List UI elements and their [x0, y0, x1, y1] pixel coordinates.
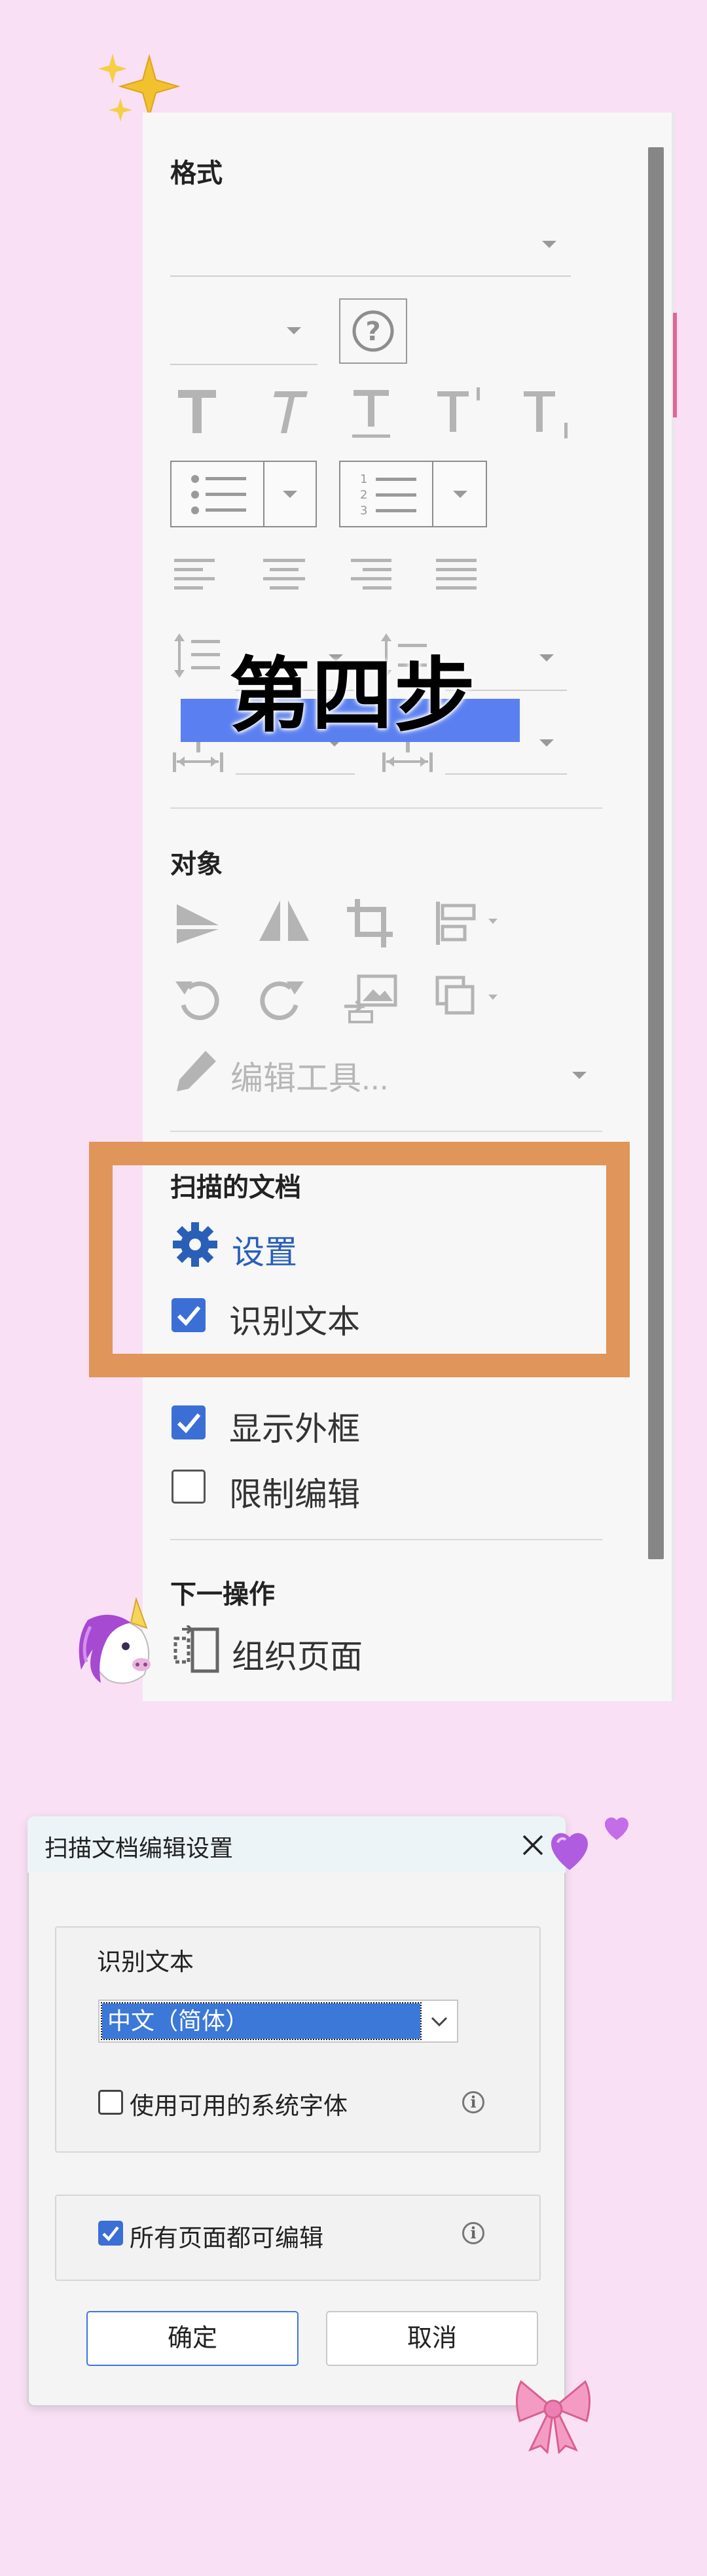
rotate-left-icon[interactable]: [173, 974, 223, 1023]
underline-text-icon[interactable]: [348, 386, 394, 445]
scroll-position-marker: [673, 313, 677, 417]
show-frame-checkbox[interactable]: [172, 1405, 206, 1439]
show-frame-label: 显示外框: [229, 1411, 360, 1447]
restrict-edit-label: 限制编辑: [229, 1476, 360, 1513]
numbered-list-button[interactable]: 1 2 3: [339, 461, 487, 527]
rotate-to-line-icon[interactable]: [174, 900, 224, 946]
close-icon[interactable]: [520, 1832, 546, 1858]
all-pages-editable-checkbox[interactable]: [98, 2221, 123, 2246]
bullet-list-button[interactable]: [170, 461, 317, 527]
ok-button[interactable]: 确定: [86, 2311, 299, 2366]
chevron-down-icon: [539, 739, 554, 747]
edit-tools-label[interactable]: 编辑工具...: [230, 1052, 389, 1099]
recognize-text-group-label: 识别文本: [97, 1949, 194, 1975]
svg-text:1: 1: [360, 472, 367, 486]
language-select[interactable]: 中文（简体）: [98, 2000, 458, 2043]
organize-pages-link[interactable]: 组织页面: [232, 1631, 363, 1678]
next-action-section-title: 下一操作: [170, 1580, 275, 1609]
unicorn-decoration: [79, 1597, 151, 1684]
checkmark-icon: [102, 2226, 119, 2242]
flip-horizontal-icon[interactable]: [257, 898, 312, 945]
align-left-icon[interactable]: [174, 556, 220, 595]
superscript-text-icon[interactable]: [435, 385, 487, 437]
replace-image-icon[interactable]: [342, 972, 401, 1025]
step-label: 第四步: [229, 651, 477, 741]
line-spacing-icon[interactable]: [172, 631, 223, 680]
pencil-icon: [177, 1051, 216, 1091]
highlight-frame: [89, 1142, 630, 1377]
section-divider: [170, 1539, 602, 1540]
help-button[interactable]: ?: [339, 298, 407, 364]
use-system-fonts-checkbox[interactable]: [98, 2090, 123, 2115]
align-center-icon[interactable]: [262, 556, 308, 595]
align-right-icon[interactable]: [348, 556, 394, 595]
svg-text:3: 3: [360, 504, 367, 518]
object-section-title: 对象: [170, 850, 223, 879]
align-objects-icon[interactable]: [433, 899, 505, 947]
chevron-down-icon: [287, 327, 301, 334]
chevron-down-icon: [572, 1072, 587, 1079]
chevron-down-icon: [542, 241, 556, 248]
rotate-right-icon[interactable]: [257, 974, 306, 1023]
purple-hearts-decoration: [551, 1817, 628, 1870]
chevron-down-icon: [539, 654, 554, 662]
subscript-text-icon[interactable]: [521, 386, 573, 445]
chevron-down-icon: [283, 491, 297, 498]
svg-text:?: ?: [365, 317, 380, 347]
all-pages-editable-label: 所有页面都可编辑: [130, 2225, 323, 2251]
organize-pages-icon: [173, 1625, 219, 1673]
align-justify-icon[interactable]: [435, 556, 480, 595]
dialog-title: 扫描文档编辑设置: [45, 1835, 234, 1861]
pane-scrollbar[interactable]: [648, 147, 664, 1559]
bullet-list-icon: [191, 475, 246, 514]
section-divider: [170, 807, 602, 809]
question-circle-icon: ?: [352, 310, 394, 352]
bold-text-icon[interactable]: [174, 386, 220, 438]
italic-text-icon[interactable]: [263, 386, 309, 438]
checkmark-icon: [177, 1413, 201, 1434]
info-icon[interactable]: i: [462, 2091, 484, 2113]
pink-ribbon-decoration: [516, 2380, 590, 2454]
use-system-fonts-label: 使用可用的系统字体: [130, 2092, 348, 2119]
crop-icon[interactable]: [344, 896, 397, 950]
numbered-list-icon: 1 2 3: [360, 472, 416, 518]
section-divider: [170, 1131, 602, 1132]
chevron-down-icon: [453, 491, 467, 498]
chevron-down-icon: [431, 2017, 448, 2027]
info-icon[interactable]: i: [462, 2222, 484, 2244]
font-size-dropdown[interactable]: [170, 314, 317, 365]
svg-text:2: 2: [360, 488, 367, 502]
font-family-dropdown[interactable]: [170, 226, 571, 277]
format-section-title: 格式: [170, 159, 223, 188]
arrange-objects-icon[interactable]: [433, 974, 505, 1022]
cancel-button[interactable]: 取消: [326, 2311, 538, 2366]
language-selected-value: 中文（简体）: [101, 2002, 422, 2040]
restrict-edit-checkbox[interactable]: [172, 1470, 206, 1504]
